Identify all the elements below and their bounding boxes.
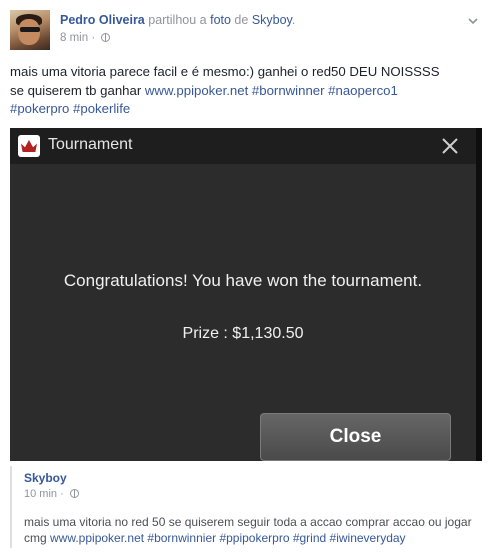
original-line: mais uma vitoria no red 50 se quiserem s…: [24, 515, 472, 529]
original-meta: 10 min ·: [24, 488, 79, 500]
tournament-app-icon: [18, 135, 40, 157]
original-post-body: mais uma vitoria no red 50 se quiserem s…: [24, 514, 482, 546]
dialog-body: Congratulations! You have won the tourna…: [10, 164, 476, 461]
shared-photo[interactable]: Tournament Congratulations! You have won…: [10, 128, 482, 461]
original-author-link[interactable]: Skyboy: [24, 471, 67, 485]
close-x-icon[interactable]: [440, 136, 460, 156]
original-links[interactable]: www.ppipoker.net #bornwinnier #ppipokerp…: [50, 531, 406, 545]
post-body: mais uma vitoria parece facil e é mesmo:…: [10, 63, 482, 119]
of-text: de: [230, 13, 252, 27]
photo-link[interactable]: foto: [210, 13, 231, 27]
post-line: se quiserem tb ganhar www.ppipoker.net #…: [10, 82, 398, 98]
globe-icon[interactable]: [69, 489, 79, 498]
shared-original-post: Skyboy 10 min · mais uma vitoria no red …: [10, 466, 482, 548]
hashtag-links[interactable]: #pokerpro #pokerlife: [10, 100, 482, 119]
hashtag-links[interactable]: #bornwinner #naoperco1: [248, 83, 398, 98]
period-text: .: [291, 13, 296, 27]
original-timestamp[interactable]: 10 min: [24, 488, 57, 500]
site-link[interactable]: www.ppipoker.net: [145, 83, 248, 98]
post-headline: Pedro Oliveira partilhou a foto de Skybo…: [60, 13, 295, 27]
globe-icon[interactable]: [101, 33, 111, 42]
window-titlebar: Tournament: [10, 128, 482, 164]
chevron-down-icon[interactable]: [468, 16, 478, 26]
post-meta: 8 min ·: [60, 32, 111, 44]
source-link[interactable]: Skyboy: [252, 13, 292, 27]
timestamp[interactable]: 8 min: [60, 32, 88, 44]
avatar[interactable]: [10, 10, 50, 50]
congratulations-message: Congratulations! You have won the tourna…: [63, 271, 423, 290]
post-header: Pedro Oliveira partilhou a foto de Skybo…: [10, 10, 482, 50]
window-title: Tournament: [48, 136, 133, 153]
window-edge: [476, 128, 482, 461]
original-line: cmg www.ppipoker.net #bornwinnier #ppipo…: [24, 531, 406, 545]
prize-text: Prize : $1,130.50: [182, 325, 304, 342]
author-link[interactable]: Pedro Oliveira: [60, 13, 145, 27]
action-text: partilhou a: [144, 13, 211, 27]
post-line: mais uma vitoria parece facil e é mesmo:…: [10, 64, 440, 79]
close-button[interactable]: Close: [260, 413, 451, 461]
